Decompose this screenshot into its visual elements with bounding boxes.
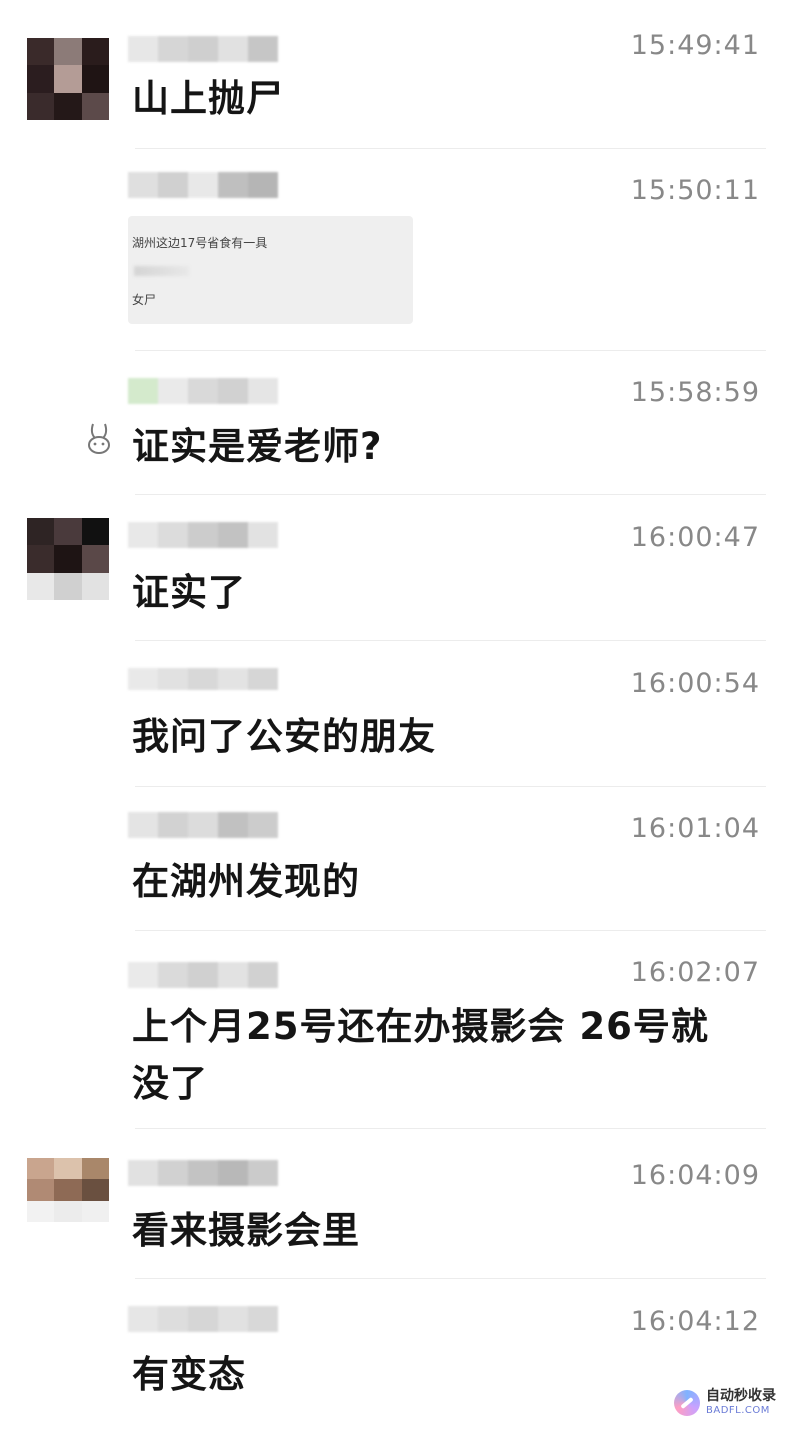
sender-name-blurred[interactable] [128, 668, 278, 690]
avatar[interactable] [27, 38, 109, 120]
message-time: 15:49:41 [630, 30, 760, 61]
watermark: 自动秒收录 BADFL.COM [674, 1389, 776, 1416]
message-text-line: 没了 [132, 1062, 208, 1105]
sender-name-blurred[interactable] [128, 378, 278, 404]
message-text: 证实是爱老师? [132, 425, 383, 468]
message-time: 16:04:12 [630, 1306, 760, 1337]
message-text: 山上抛尸 [132, 77, 284, 120]
divider [135, 640, 766, 641]
sender-name-blurred[interactable] [128, 812, 278, 838]
message-text: 有变态 [132, 1353, 246, 1396]
divider [135, 1128, 766, 1129]
quote-name-blurred [134, 266, 189, 276]
message-time: 16:00:54 [630, 668, 760, 699]
message-text: 看来摄影会里 [132, 1209, 360, 1252]
divider [135, 786, 766, 787]
message-time: 15:58:59 [630, 377, 760, 408]
divider [135, 350, 766, 351]
message-time: 16:04:09 [630, 1160, 760, 1191]
watermark-main: 自动秒收录 [706, 1388, 776, 1404]
message-text: 证实了 [132, 571, 246, 614]
sender-name-blurred[interactable] [128, 36, 278, 62]
message-time: 16:02:07 [630, 957, 760, 988]
divider [135, 494, 766, 495]
avatar[interactable] [27, 1158, 109, 1222]
message-text-line: 上个月25号还在办摄影会 26号就 [132, 1005, 709, 1048]
message-time: 16:00:47 [630, 522, 760, 553]
sender-name-blurred[interactable] [128, 172, 278, 198]
message-time: 16:01:04 [630, 813, 760, 844]
watermark-sub: BADFL.COM [706, 1405, 770, 1416]
message-text: 在湖州发现的 [132, 860, 360, 903]
message-text: 我问了公安的朋友 [132, 715, 436, 758]
sender-name-blurred[interactable] [128, 522, 278, 548]
quote-text: 湖州这边17号省食有一具 [132, 236, 268, 250]
sender-name-blurred[interactable] [128, 1306, 278, 1332]
rabbit-icon [83, 420, 117, 466]
message-text: 上个月25号还在办摄影会 26号就 没了 [132, 998, 752, 1112]
brush-logo-icon [674, 1389, 700, 1416]
divider [135, 1278, 766, 1279]
quoted-message[interactable]: 湖州这边17号省食有一具 女尸 [128, 216, 413, 324]
sender-name-blurred[interactable] [128, 1160, 278, 1186]
divider [135, 148, 766, 149]
avatar[interactable] [27, 518, 109, 600]
quote-text: 女尸 [132, 293, 157, 307]
message-time: 15:50:11 [630, 175, 760, 206]
divider [135, 930, 766, 931]
sender-name-blurred[interactable] [128, 962, 278, 988]
